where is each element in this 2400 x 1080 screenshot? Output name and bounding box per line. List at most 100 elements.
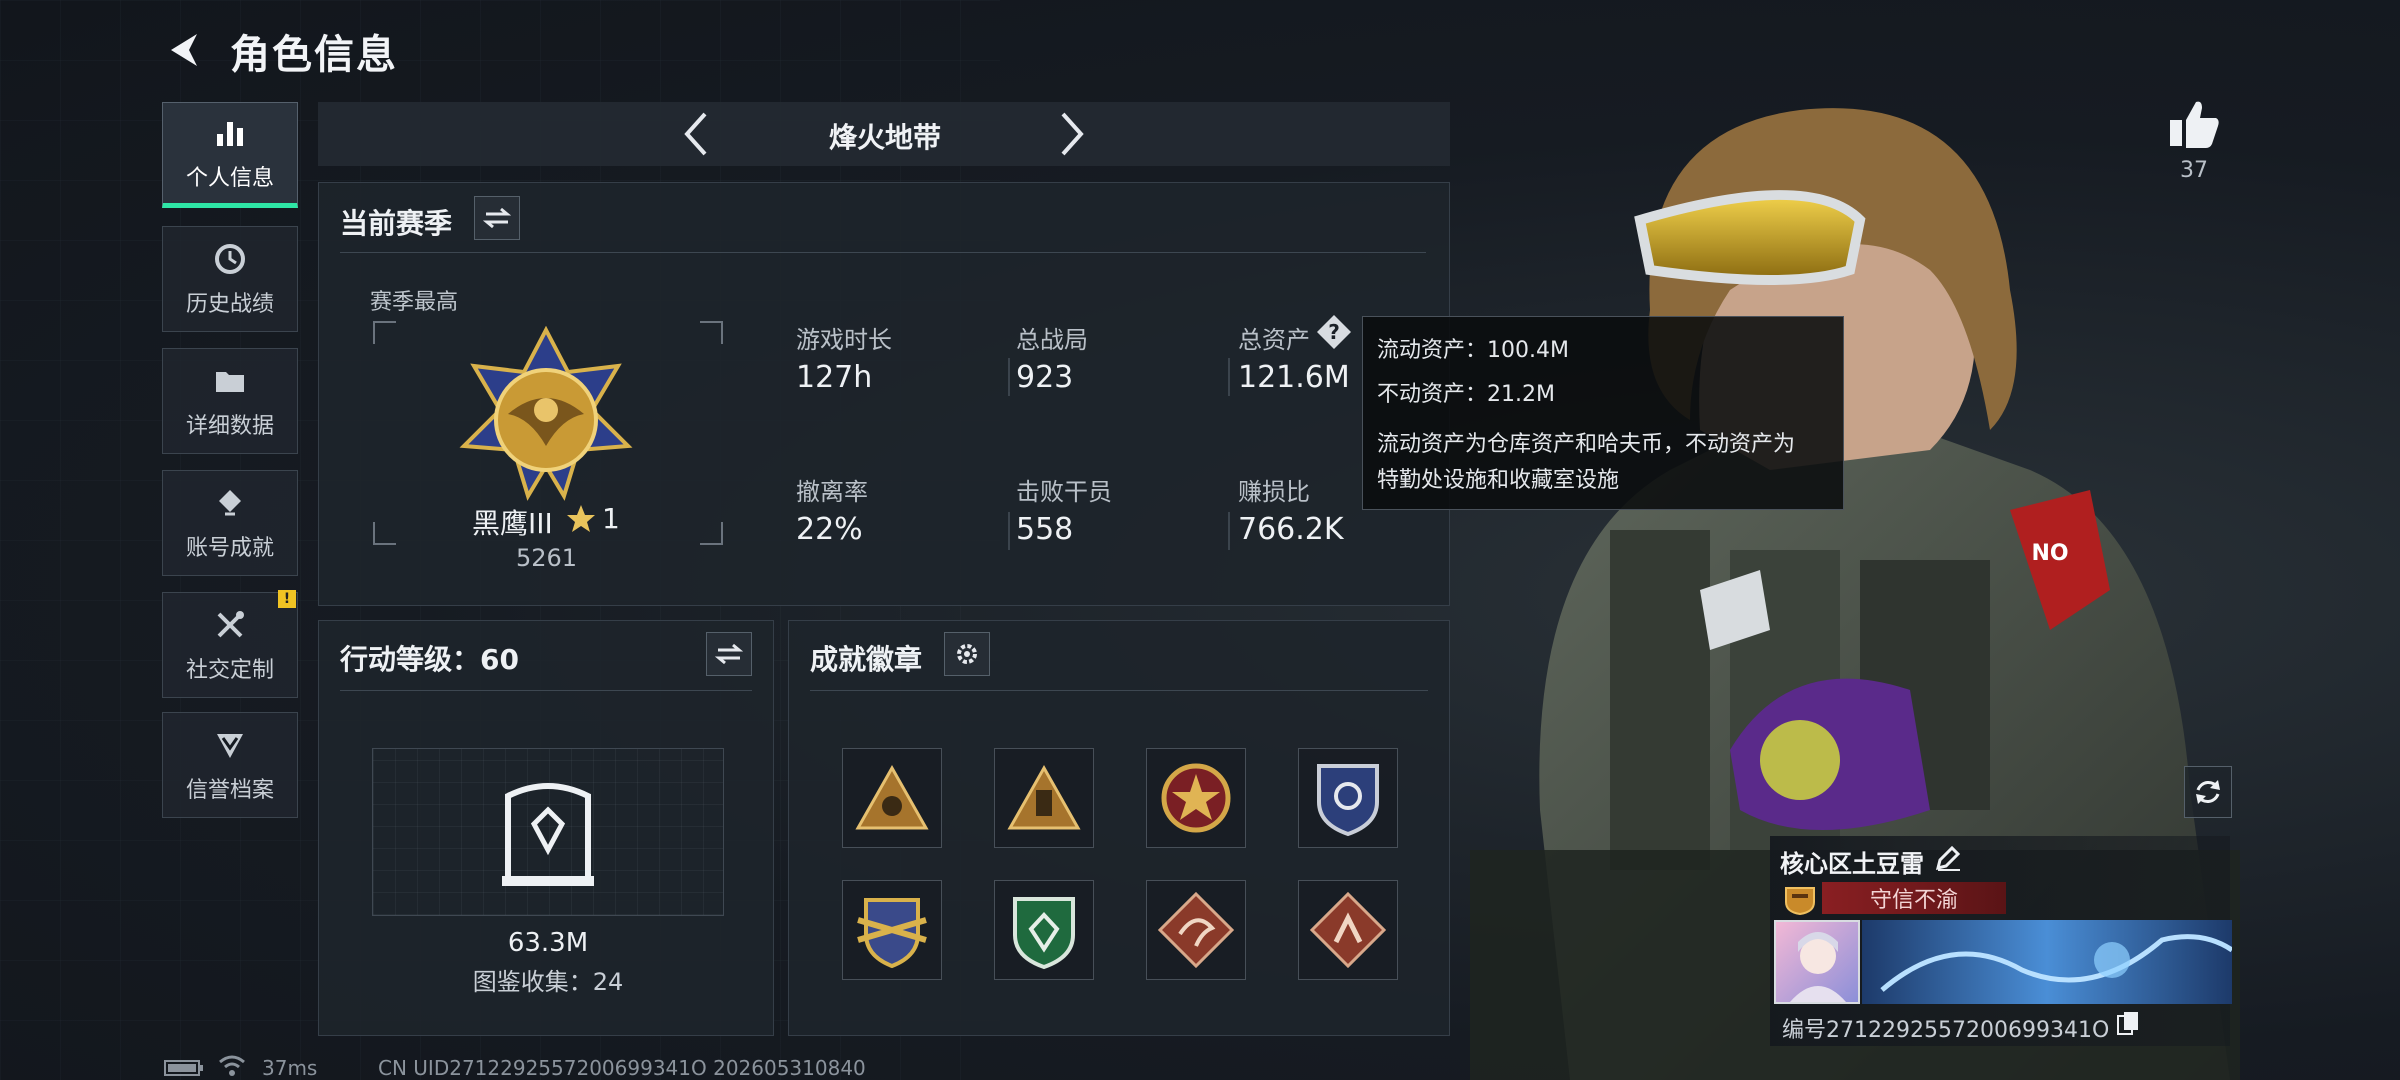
like-button[interactable] xyxy=(2166,96,2222,152)
badge-winged-shield-icon xyxy=(857,898,927,969)
sidebar-item-label: 详细数据 xyxy=(185,414,274,439)
divider xyxy=(340,252,1426,253)
tools-icon xyxy=(217,611,244,638)
avatar[interactable] xyxy=(1774,920,1860,1004)
title-emblem-icon xyxy=(1785,887,1815,916)
sidebar-item-achievements[interactable]: 账号成就 xyxy=(162,470,298,576)
season-switch-button[interactable] xyxy=(474,196,520,240)
sidebar-item-label: 个人信息 xyxy=(185,166,274,191)
rank-name: 黑鹰III xyxy=(472,507,553,540)
player-name: 核心区土豆雷 xyxy=(1780,850,1924,878)
achievement-badge[interactable] xyxy=(1146,748,1246,848)
svg-text:?: ? xyxy=(1328,320,1340,344)
divider xyxy=(810,690,1428,691)
tooltip-description: 流动资产为仓库资产和哈夫币，不动资产为 特勤处设施和收藏室设施 xyxy=(1377,427,1829,499)
svg-text:NO: NO xyxy=(2031,541,2068,566)
battery-icon xyxy=(164,1060,203,1076)
back-arrow-icon xyxy=(171,34,197,66)
collection-label: 图鉴收集：24 xyxy=(472,968,624,996)
tooltip-liquid-assets: 流动资产：100.4M xyxy=(1377,338,1569,363)
ping-value: 37ms xyxy=(262,1056,318,1080)
sidebar-item-detailed-data[interactable]: 详细数据 xyxy=(162,348,298,454)
rank-stars: 1 xyxy=(602,502,620,535)
achievement-badge[interactable] xyxy=(994,880,1094,980)
shield-icon xyxy=(217,734,243,758)
swap-icon xyxy=(715,643,743,665)
mode-title: 烽火地带 xyxy=(828,121,941,154)
stat-value-extraction-rate: 22% xyxy=(796,512,863,547)
collection-cabinet-icon xyxy=(502,783,594,886)
season-title: 当前赛季 xyxy=(340,207,453,240)
stat-value-play-time: 127h xyxy=(796,360,873,395)
back-button[interactable] xyxy=(160,28,210,72)
badge-figure-diamond-icon xyxy=(1310,892,1386,968)
banner-art-icon xyxy=(1880,934,2234,992)
sidebar-item-label: 社交定制 xyxy=(185,658,274,683)
chevron-right-icon xyxy=(1061,112,1084,156)
achievement-badge[interactable] xyxy=(1146,880,1246,980)
rank-score: 5261 xyxy=(516,544,578,572)
mode-prev-button[interactable] xyxy=(676,108,716,160)
player-banner[interactable] xyxy=(1862,920,2234,1004)
achievement-badge[interactable] xyxy=(842,880,942,980)
badge-triangle-icon xyxy=(1007,764,1081,830)
badge-green-shield-icon xyxy=(1013,897,1075,970)
sidebar-item-personal-info[interactable]: 个人信息 xyxy=(162,102,298,208)
achievement-badge[interactable] xyxy=(1298,748,1398,848)
achievement-title: 成就徽章 xyxy=(810,643,923,676)
achievement-icon xyxy=(219,490,241,516)
divider xyxy=(1008,358,1010,396)
badge-shield-icon xyxy=(1317,764,1379,837)
title-badge: 守信不渝 xyxy=(1822,882,2006,914)
thumbs-up-icon xyxy=(2170,101,2219,148)
achievement-settings-button[interactable] xyxy=(944,632,990,676)
stat-label-total-assets: 总资产 xyxy=(1238,326,1310,354)
refresh-icon xyxy=(2196,780,2220,804)
tooltip-desc-line2: 特勤处设施和收藏室设施 xyxy=(1377,468,1620,493)
folder-icon xyxy=(216,372,244,392)
copy-icon xyxy=(2117,1012,2138,1035)
season-best-label: 赛季最高 xyxy=(370,290,459,315)
tooltip-fixed-assets: 不动资产：21.2M xyxy=(1377,382,1555,407)
tooltip-desc-line1: 流动资产为仓库资产和哈夫币，不动资产为 xyxy=(1377,432,1796,457)
stat-value-profit-ratio: 766.2K xyxy=(1238,512,1344,547)
help-icon: ? xyxy=(1317,315,1351,349)
divider xyxy=(340,690,752,691)
sidebar-item-history[interactable]: 历史战绩 xyxy=(162,226,298,332)
stat-value-kills: 558 xyxy=(1016,512,1074,547)
assets-tooltip: 流动资产：100.4M 不动资产：21.2M 流动资产为仓库资产和哈夫币，不动资… xyxy=(1362,316,1844,510)
gear-icon xyxy=(957,644,977,664)
sidebar-item-label: 信誉档案 xyxy=(185,778,274,803)
player-id: 编号2712292557200699341O xyxy=(1782,1018,2110,1043)
stat-label-play-time: 游戏时长 xyxy=(796,326,892,354)
copy-id-button[interactable] xyxy=(2116,1010,2142,1038)
stat-label-kills: 击败干员 xyxy=(1016,478,1112,506)
stat-label-extraction-rate: 撤离率 xyxy=(796,478,868,506)
clock-icon xyxy=(215,244,245,274)
sidebar-item-label: 历史战绩 xyxy=(185,292,274,317)
bar-chart-icon xyxy=(217,122,243,146)
edit-name-button[interactable] xyxy=(1934,844,1964,874)
divider xyxy=(1228,512,1230,550)
sidebar-item-label: 账号成就 xyxy=(185,536,274,561)
achievement-badge[interactable] xyxy=(1298,880,1398,980)
pencil-icon xyxy=(1935,845,1961,871)
achievement-badge[interactable] xyxy=(842,748,942,848)
badge-triangle-icon xyxy=(855,764,929,830)
mode-next-button[interactable] xyxy=(1052,108,1092,160)
help-button[interactable]: ? xyxy=(1316,314,1352,350)
stat-label-total-matches: 总战局 xyxy=(1016,326,1088,354)
stat-label-profit-ratio: 赚损比 xyxy=(1238,478,1310,506)
page-title: 角色信息 xyxy=(230,32,398,78)
action-level-title: 行动等级：60 xyxy=(340,643,519,676)
divider xyxy=(1008,512,1010,550)
action-level-switch-button[interactable] xyxy=(706,632,752,676)
stat-value-total-assets: 121.6M xyxy=(1238,360,1350,395)
badge-dragon-diamond-icon xyxy=(1158,892,1234,968)
sidebar-item-reputation[interactable]: 信誉档案 xyxy=(162,712,298,818)
achievement-badge[interactable] xyxy=(994,748,1094,848)
stat-value-total-matches: 923 xyxy=(1016,360,1074,395)
rotate-model-button[interactable] xyxy=(2184,766,2232,818)
chevron-left-icon xyxy=(684,112,707,156)
swap-icon xyxy=(483,207,511,229)
